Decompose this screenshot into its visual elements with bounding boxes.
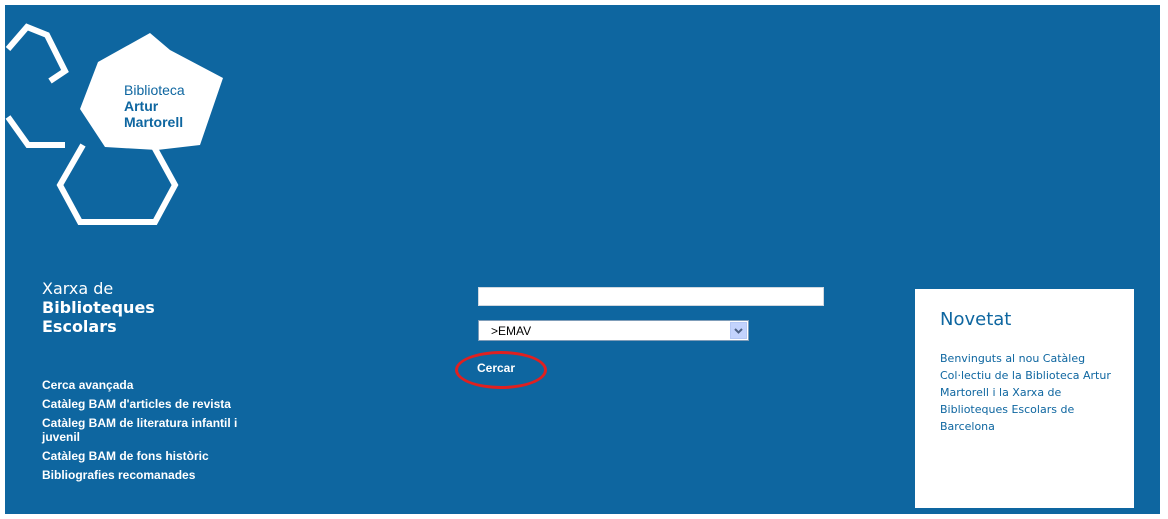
network-title: Xarxa de Biblioteques Escolars [42, 279, 155, 336]
logo-text: Biblioteca Artur Martorell [124, 82, 185, 130]
link-advanced-search[interactable]: Cerca avançada [42, 378, 277, 392]
link-articles-catalog[interactable]: Catàleg BAM d'articles de revista [42, 397, 277, 411]
left-nav: Cerca avançada Catàleg BAM d'articles de… [42, 378, 277, 487]
logo-line-2: Artur [124, 98, 159, 114]
search-button[interactable]: Cercar [477, 361, 515, 375]
logo-line-3: Martorell [124, 114, 184, 130]
link-childrens-literature-catalog[interactable]: Catàleg BAM de literatura infantil i juv… [42, 416, 277, 444]
news-title: Novetat [940, 309, 1012, 330]
logo-line-1: Biblioteca [124, 82, 185, 98]
network-title-line-2: Biblioteques [42, 298, 155, 317]
link-recommended-bibliographies[interactable]: Bibliografies recomanades [42, 468, 277, 482]
page-frame: Biblioteca Artur Martorell Xarxa de Bibl… [5, 5, 1160, 514]
network-title-line-1: Xarxa de [42, 279, 114, 298]
search-button-wrapper: Cercar [455, 351, 547, 389]
news-body: Benvinguts al nou Catàleg Col·lectiu de … [940, 352, 1111, 433]
chevron-down-icon[interactable] [730, 322, 747, 339]
search-input[interactable] [478, 287, 824, 306]
news-box: Novetat Benvinguts al nou Catàleg Col·le… [915, 289, 1134, 508]
network-title-line-3: Escolars [42, 317, 117, 336]
link-historical-catalog[interactable]: Catàleg BAM de fons històric [42, 449, 277, 463]
library-select[interactable]: >EMAV [478, 320, 749, 341]
library-select-value: >EMAV [491, 324, 532, 338]
